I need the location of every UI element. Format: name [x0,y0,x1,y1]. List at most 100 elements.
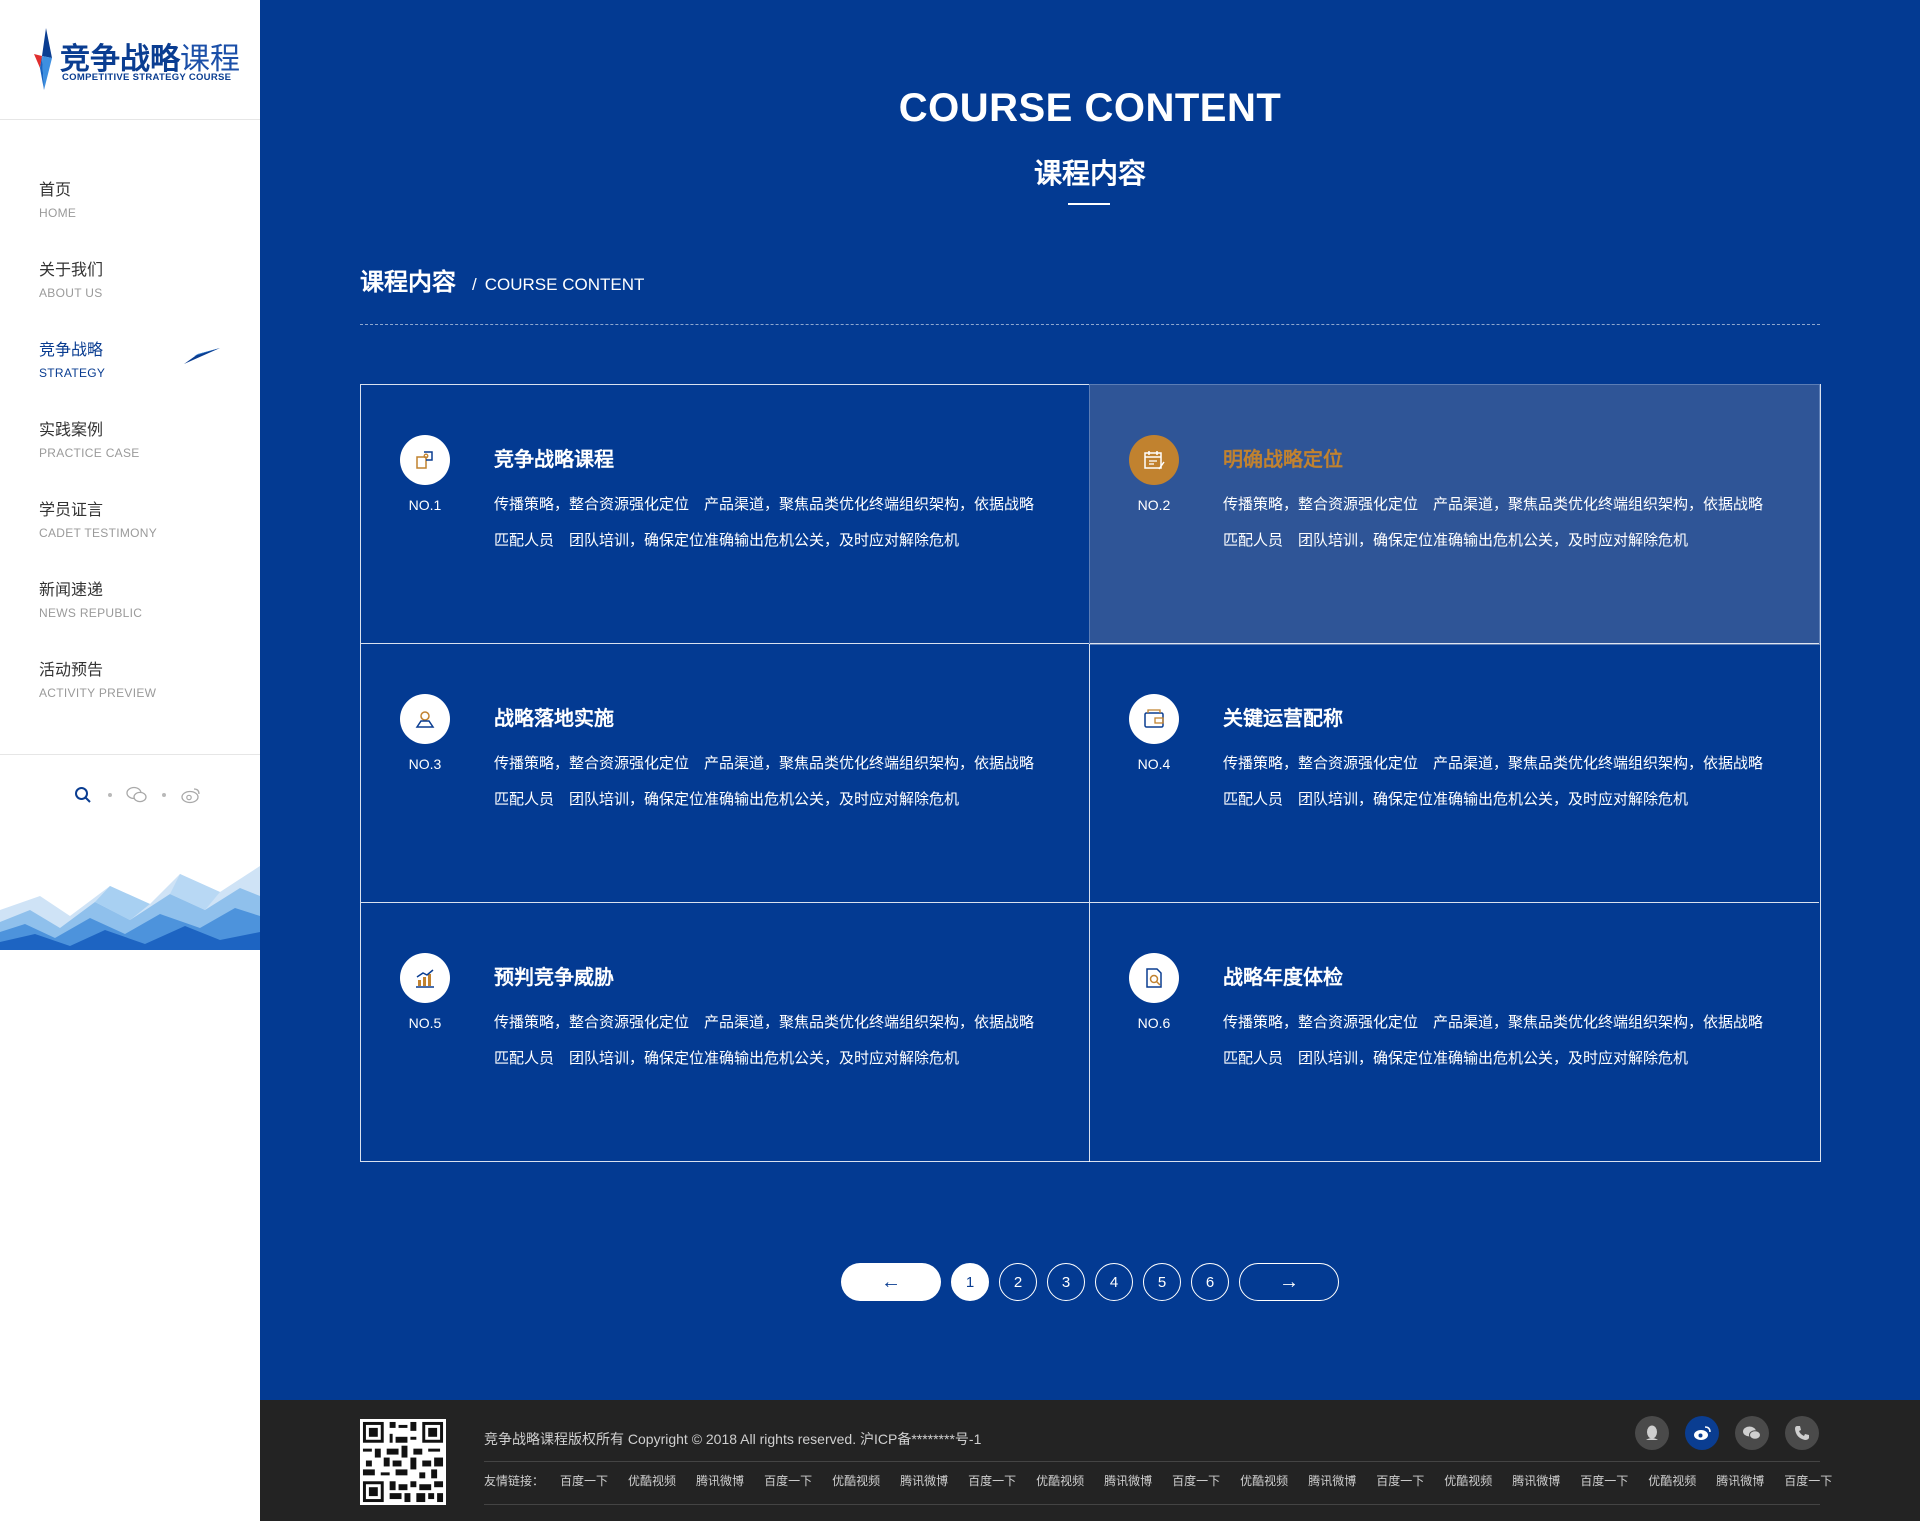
page-button-5[interactable]: 5 [1143,1263,1181,1301]
nav-item-activity[interactable]: 活动预告 ACTIVITY PREVIEW [0,650,260,730]
wechat-icon[interactable] [1735,1416,1769,1450]
page-button-1[interactable]: 1 [951,1263,989,1301]
nav-item-practice[interactable]: 实践案例 PRACTICE CASE [0,410,260,490]
card-title: 竞争战略课程 [494,449,614,471]
friend-link[interactable]: 优酷视频 [1648,1472,1696,1489]
brand-logo[interactable]: 竞争战略课程 COMPETITIVE STRATEGY COURSE [30,28,240,92]
nav-label: 竞争战略 [39,342,104,359]
sidebar-divider [0,119,260,120]
course-card[interactable]: NO.3 战略落地实施 传播策略，整合资源强化定位 产品渠道，聚焦品类优化终端组… [361,644,1090,903]
sidebar-divider [0,754,260,755]
prev-page-button[interactable]: ← [841,1263,941,1301]
section-divider [360,324,1820,325]
friend-link[interactable]: 腾讯微博 [1512,1472,1560,1489]
page-button-6[interactable]: 6 [1191,1263,1229,1301]
next-page-button[interactable]: → [1239,1263,1339,1301]
nav-label: 关于我们 [39,262,104,279]
friend-links-label: 友情链接： [484,1474,545,1488]
nav-label: 新闻速递 [39,582,104,599]
logo-mark-icon [34,28,52,90]
page-button-4[interactable]: 4 [1095,1263,1133,1301]
friend-link[interactable]: 腾讯微博 [1308,1472,1356,1489]
friend-link[interactable]: 腾讯微博 [1716,1472,1764,1489]
sidebar-social [72,783,202,807]
qq-icon[interactable] [1635,1416,1669,1450]
card-number: NO.4 [1137,756,1171,772]
card-number: NO.3 [408,756,442,772]
card-description: 传播策略，整合资源强化定位 产品渠道，聚焦品类优化终端组织架构，依据战略匹配人员… [494,496,1035,549]
nav-sublabel: PRACTICE CASE [39,446,140,460]
chart-growth-icon [400,953,450,1003]
weibo-icon[interactable] [1685,1416,1719,1450]
course-card[interactable]: NO.5 预判竞争威胁 传播策略，整合资源强化定位 产品渠道，聚焦品类优化终端组… [361,903,1090,1162]
section-title-cn: 课程内容 [360,269,456,296]
friend-link[interactable]: 百度一下 [560,1472,608,1489]
nav-sublabel: STRATEGY [39,366,106,380]
nav-label: 实践案例 [39,422,104,439]
page-title-en: COURSE CONTENT [898,86,1282,130]
qr-code [360,1419,446,1505]
calendar-edit-icon [1129,435,1179,485]
footer-divider [484,1461,1820,1462]
course-card[interactable]: NO.6 战略年度体检 传播策略，整合资源强化定位 产品渠道，聚焦品类优化终端组… [1090,903,1819,1162]
card-description: 传播策略，整合资源强化定位 产品渠道，聚焦品类优化终端组织架构，依据战略匹配人员… [1223,755,1764,808]
nav-label: 首页 [39,182,72,199]
weibo-icon[interactable] [180,784,202,806]
puzzle-icon [400,435,450,485]
course-card[interactable]: NO.2 明确战略定位 传播策略，整合资源强化定位 产品渠道，聚焦品类优化终端组… [1089,384,1820,645]
sidebar: 竞争战略课程 COMPETITIVE STRATEGY COURSE 首页 HO… [0,0,260,1521]
nav-item-about[interactable]: 关于我们 ABOUT US [0,250,260,330]
nav-item-home[interactable]: 首页 HOME [0,170,260,250]
document-search-icon [1129,953,1179,1003]
friend-link[interactable]: 百度一下 [1784,1472,1832,1489]
nav-item-testimony[interactable]: 学员证言 CADET TESTIMONY [0,490,260,570]
nav-sublabel: ABOUT US [39,286,103,300]
pagination: ← 1 2 3 4 5 6 → [841,1263,1339,1301]
friend-link[interactable]: 腾讯微博 [1104,1472,1152,1489]
friend-link[interactable]: 优酷视频 [1036,1472,1084,1489]
friend-link[interactable]: 百度一下 [1376,1472,1424,1489]
section-heading: 课程内容 / COURSE CONTENT [360,262,644,297]
polygon-mountain-decoration [0,866,260,950]
card-title: 关键运营配称 [1223,708,1343,730]
nav-sublabel: NEWS REPUBLIC [39,606,143,620]
course-card[interactable]: NO.1 竞争战略课程 传播策略，整合资源强化定位 产品渠道，聚焦品类优化终端组… [361,385,1090,644]
friend-link[interactable]: 百度一下 [1172,1472,1220,1489]
friend-link[interactable]: 优酷视频 [832,1472,880,1489]
card-title: 明确战略定位 [1223,449,1343,471]
nav-item-strategy[interactable]: 竞争战略 STRATEGY [0,330,260,410]
page-button-3[interactable]: 3 [1047,1263,1085,1301]
separator-dot [108,793,112,797]
card-description: 传播策略，整合资源强化定位 产品渠道，聚焦品类优化终端组织架构，依据战略匹配人员… [494,1014,1035,1067]
course-card[interactable]: NO.4 关键运营配称 传播策略，整合资源强化定位 产品渠道，聚焦品类优化终端组… [1090,644,1819,903]
card-number: NO.5 [408,1015,442,1031]
main-nav: 首页 HOME 关于我们 ABOUT US 竞争战略 STRATEGY 实践案例… [0,170,260,730]
friend-link[interactable]: 百度一下 [968,1472,1016,1489]
friend-link[interactable]: 优酷视频 [628,1472,676,1489]
friend-links: 友情链接： 百度一下 优酷视频 腾讯微博 百度一下 优酷视频 腾讯微博 百度一下… [484,1472,1852,1489]
friend-link[interactable]: 优酷视频 [1240,1472,1288,1489]
nav-sublabel: CADET TESTIMONY [39,526,158,540]
title-underline [1068,203,1110,205]
friend-link[interactable]: 优酷视频 [1444,1472,1492,1489]
friend-link[interactable]: 百度一下 [1580,1472,1628,1489]
card-number: NO.2 [1137,497,1171,513]
active-arrow-icon [184,348,220,364]
search-icon[interactable] [72,784,94,806]
friend-link[interactable]: 腾讯微博 [696,1472,744,1489]
nav-label: 学员证言 [39,502,104,519]
copyright-text: 竞争战略课程版权所有 Copyright © 2018 All rights r… [484,1431,982,1447]
friend-link[interactable]: 腾讯微博 [900,1472,948,1489]
footer-divider [484,1504,1820,1505]
friend-link[interactable]: 百度一下 [764,1472,812,1489]
card-description: 传播策略，整合资源强化定位 产品渠道，聚焦品类优化终端组织架构，依据战略匹配人员… [1223,1014,1764,1067]
card-description: 传播策略，整合资源强化定位 产品渠道，聚焦品类优化终端组织架构，依据战略匹配人员… [494,755,1035,808]
card-number: NO.6 [1137,1015,1171,1031]
wechat-icon[interactable] [126,784,148,806]
phone-icon[interactable] [1785,1416,1819,1450]
section-title-en: COURSE CONTENT [484,275,645,294]
course-grid: NO.1 竞争战略课程 传播策略，整合资源强化定位 产品渠道，聚焦品类优化终端组… [360,384,1821,1162]
nav-item-news[interactable]: 新闻速递 NEWS REPUBLIC [0,570,260,650]
page-button-2[interactable]: 2 [999,1263,1037,1301]
page-title-cn: 课程内容 [1033,158,1146,189]
